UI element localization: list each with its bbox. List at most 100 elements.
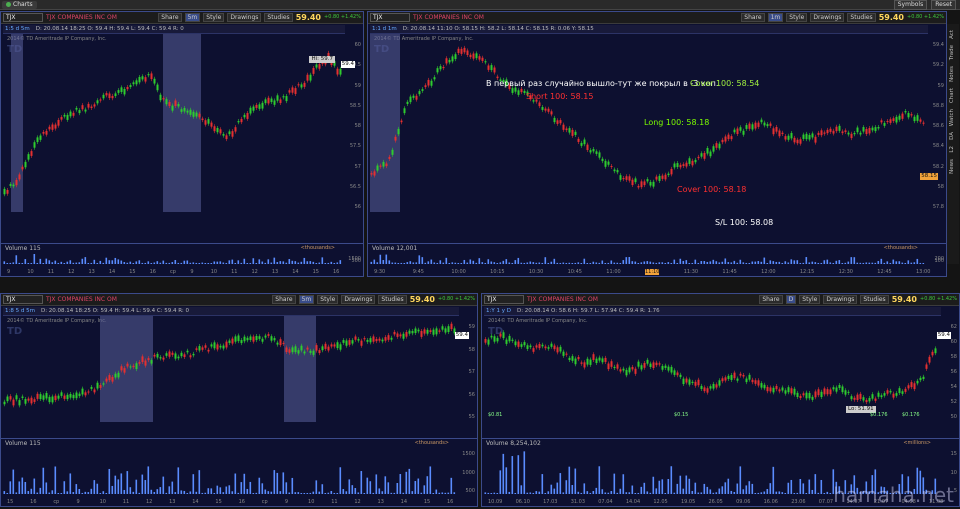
candle <box>354 336 357 340</box>
sidebar-tab-trade[interactable]: Trade <box>949 45 957 60</box>
drawings-button[interactable]: Drawings <box>227 13 262 22</box>
volume-bar <box>321 257 324 264</box>
drawings-button[interactable]: Drawings <box>823 295 858 304</box>
aggregation-button[interactable]: D <box>785 295 797 304</box>
volume-bar <box>799 262 802 264</box>
ohlc-bar: 1:5 d 5m D: 20.08.14 18:25 O: 59.4 H: 59.… <box>3 25 345 34</box>
volume-bar <box>96 483 99 494</box>
candle <box>502 332 505 339</box>
candle <box>93 389 96 393</box>
sidebar-tab-watch[interactable]: Watch <box>949 109 957 126</box>
candle <box>273 338 276 341</box>
aggregation-button[interactable]: 1m <box>767 13 784 22</box>
aggregation-button[interactable]: 5m <box>298 295 315 304</box>
symbols-button[interactable]: Symbols <box>893 0 928 10</box>
studies-button[interactable]: Studies <box>847 13 876 22</box>
candle <box>748 123 751 129</box>
candle <box>727 134 730 140</box>
price-axis-tick: 56 <box>468 391 475 398</box>
candle <box>640 365 643 370</box>
volume-bar <box>285 482 288 494</box>
candle <box>93 104 96 107</box>
studies-button[interactable]: Studies <box>860 295 889 304</box>
sidebar-tab-news[interactable]: News <box>949 159 957 174</box>
sidebar-tab-act[interactable]: Act <box>949 30 957 39</box>
price-axis-tick: 56.5 <box>349 183 361 190</box>
candle <box>312 67 315 74</box>
aggregation-label[interactable]: 1:1 d 1m <box>372 26 397 32</box>
time-axis-tick: 11:00 <box>606 269 621 275</box>
style-button[interactable]: Style <box>317 295 339 304</box>
volume-bar <box>376 262 379 264</box>
volume-bar <box>493 492 496 494</box>
volume-bar <box>171 481 174 494</box>
candle <box>715 384 718 388</box>
price-axis-tick: 55 <box>468 414 475 420</box>
volume-bar <box>135 261 138 264</box>
reset-button[interactable]: Reset <box>931 0 956 10</box>
candle <box>571 356 574 361</box>
candle <box>433 77 436 80</box>
sidebar-tab-da[interactable]: DA <box>949 132 957 140</box>
volume-bar <box>634 492 637 494</box>
style-button[interactable]: Style <box>203 13 225 22</box>
share-button[interactable]: Share <box>158 13 182 22</box>
candle <box>580 142 583 146</box>
sidebar-tab-chart[interactable]: Chart <box>949 88 957 103</box>
volume-bar <box>523 451 526 494</box>
aggregation-button[interactable]: 5m <box>184 13 201 22</box>
studies-button[interactable]: Studies <box>378 295 407 304</box>
share-button[interactable]: Share <box>741 13 765 22</box>
candle <box>703 152 706 159</box>
volume-bar <box>57 262 60 264</box>
charts-tab[interactable]: Charts <box>2 1 37 9</box>
volume-bar <box>475 262 478 264</box>
candle <box>147 74 150 76</box>
symbol-input[interactable]: TJX <box>370 13 410 22</box>
candle <box>643 362 646 368</box>
volume-bar <box>189 491 192 494</box>
drawings-button[interactable]: Drawings <box>810 13 845 22</box>
candle <box>450 323 453 330</box>
candle <box>216 127 219 133</box>
symbol-input[interactable]: TJX <box>484 295 524 304</box>
volume-bar <box>550 261 553 264</box>
price-plot[interactable] <box>3 316 457 422</box>
aggregation-label[interactable]: 1:8 5 d 5m <box>5 308 35 314</box>
symbol-input[interactable]: TJX <box>3 295 43 304</box>
share-button[interactable]: Share <box>759 295 783 304</box>
aggregation-label[interactable]: 1:Y 1 y D <box>486 308 511 314</box>
sidebar-tab-l2[interactable]: L2 <box>949 146 957 153</box>
price-change: +0.80 +1.42% <box>438 296 475 302</box>
candle <box>577 138 580 142</box>
aggregation-label[interactable]: 1:5 d 5m <box>5 26 30 32</box>
symbol-input[interactable]: TJX <box>3 13 43 22</box>
studies-button[interactable]: Studies <box>264 13 293 22</box>
price-plot[interactable] <box>3 34 343 212</box>
candle <box>538 344 541 349</box>
candle <box>138 362 141 364</box>
sidebar-tab-notes[interactable]: Notes <box>949 66 957 82</box>
volume-bar <box>514 492 517 494</box>
share-button[interactable]: Share <box>272 295 296 304</box>
volume-bar <box>784 261 787 264</box>
style-button[interactable]: Style <box>786 13 808 22</box>
volume-bar <box>246 262 249 264</box>
candle <box>180 352 183 357</box>
volume-bar <box>81 258 84 264</box>
volume-bar <box>72 492 75 494</box>
volume-bar <box>865 262 868 264</box>
candle <box>694 381 697 386</box>
candle <box>526 345 529 349</box>
volume-bar <box>529 261 532 264</box>
candle <box>523 342 526 346</box>
volume-bar <box>93 259 96 264</box>
candle <box>132 82 135 85</box>
volume-bar <box>664 492 667 494</box>
candle <box>369 338 372 343</box>
volume-bar <box>610 491 613 494</box>
drawings-button[interactable]: Drawings <box>341 295 376 304</box>
volume-bar <box>517 257 520 264</box>
volume-bar <box>15 255 18 264</box>
style-button[interactable]: Style <box>799 295 821 304</box>
